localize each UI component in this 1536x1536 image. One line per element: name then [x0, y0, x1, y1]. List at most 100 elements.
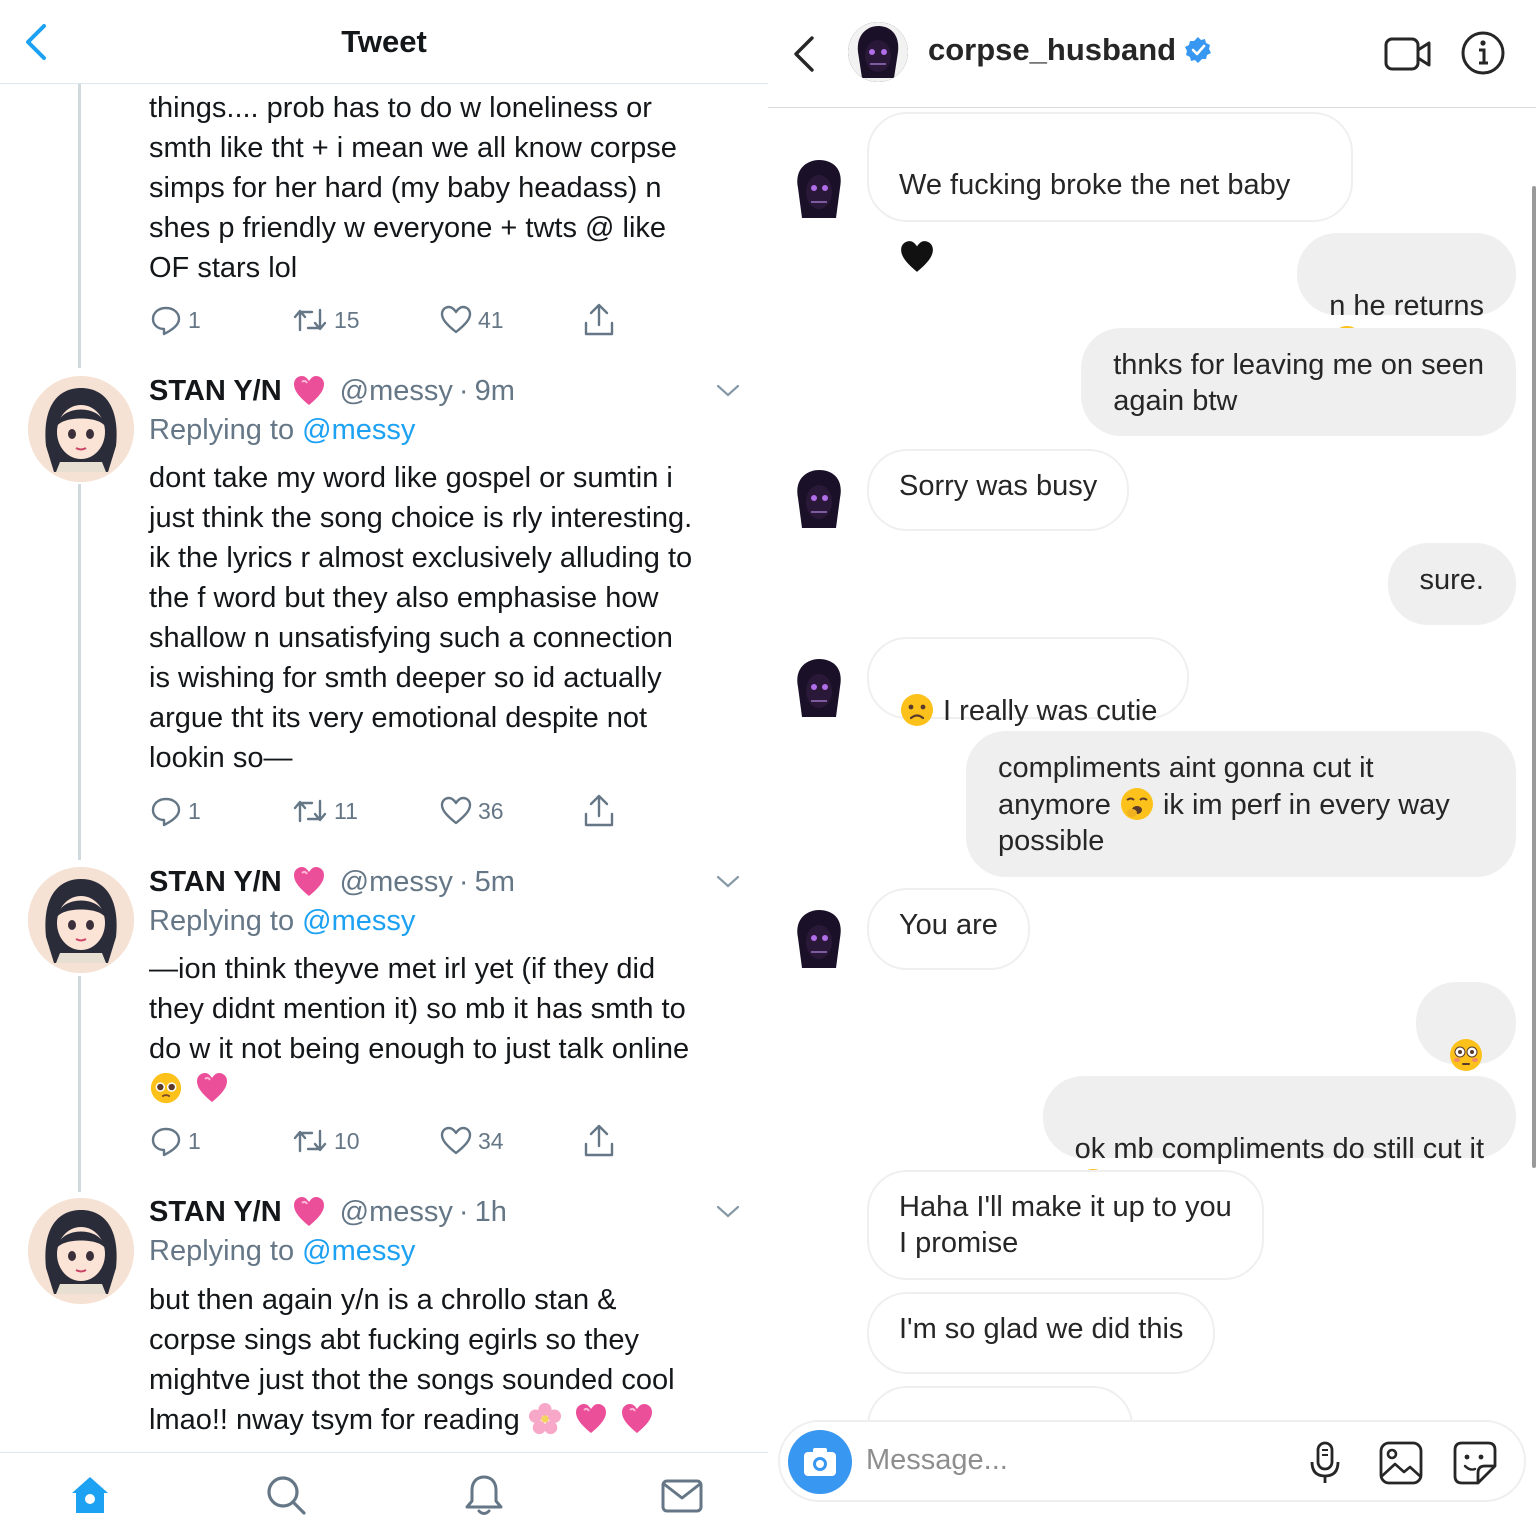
retweet-button[interactable]: 11	[292, 791, 358, 831]
share-button[interactable]	[582, 791, 616, 831]
retweet-button[interactable]: 15	[292, 300, 360, 340]
tweet-actions: 1 10 34	[150, 1121, 630, 1161]
mention-link[interactable]: @messy	[302, 905, 415, 937]
message-bubble-out[interactable]: ok mb compliments do still cut it	[1042, 1076, 1516, 1201]
sender-avatar-icon[interactable]	[792, 158, 846, 220]
microphone-icon[interactable]	[1302, 1440, 1348, 1486]
mention-link[interactable]: @messy	[302, 1235, 415, 1267]
reply-count: 1	[188, 1127, 201, 1154]
sticker-icon[interactable]	[1452, 1440, 1498, 1486]
display-name[interactable]: STAN Y/N	[149, 866, 282, 899]
camera-button[interactable]	[788, 1430, 852, 1494]
timestamp: 5m	[474, 865, 515, 898]
message-bubble-in[interactable]: I'm so glad we did this	[867, 1292, 1216, 1374]
handle[interactable]: @messy	[340, 866, 453, 899]
reply-button[interactable]: 1	[150, 1121, 201, 1161]
message-bubble-out[interactable]: sure.	[1387, 543, 1516, 625]
handle[interactable]: @messy	[340, 1196, 453, 1229]
search-icon[interactable]	[262, 1471, 310, 1519]
like-button[interactable]: 36	[440, 791, 504, 831]
message-text-line: anymore ik im perf in every way	[998, 786, 1484, 823]
avatar[interactable]	[28, 867, 134, 973]
share-button[interactable]	[582, 1121, 616, 1161]
sender-avatar-icon[interactable]	[792, 468, 846, 530]
gallery-icon[interactable]	[1378, 1440, 1424, 1486]
message-text-part: ik im perf in every way	[1154, 789, 1450, 821]
separator-dot: ·	[458, 865, 469, 898]
mention-link[interactable]: @messy	[302, 414, 415, 446]
username-text: corpse_husband	[928, 32, 1177, 67]
heart-icon	[440, 796, 472, 825]
dm-header: corpse_husband	[768, 0, 1536, 108]
anime-avatar-icon	[28, 1198, 134, 1304]
reply-button[interactable]: 1	[150, 300, 201, 340]
pink-heart-icon	[621, 1404, 652, 1433]
handle[interactable]: @messy	[340, 375, 453, 408]
message-input[interactable]: Message...	[866, 1444, 1008, 1477]
tweet-author-row: STAN Y/N @messy · 1h	[149, 1192, 507, 1232]
verified-badge-icon	[1185, 37, 1212, 63]
chevron-down-icon[interactable]	[716, 875, 740, 889]
like-count: 36	[478, 797, 504, 824]
reply-button[interactable]: 1	[150, 791, 201, 831]
avatar[interactable]	[28, 1198, 134, 1304]
chat-username[interactable]: corpse_husband	[928, 32, 1212, 68]
chevron-down-icon[interactable]	[716, 1205, 740, 1219]
message-bubble-in[interactable]: We fucking broke the net baby	[867, 112, 1353, 272]
message-bubble-out[interactable]: compliments aint gonna cut it anymore ik…	[966, 731, 1516, 877]
retweet-count: 15	[334, 306, 360, 333]
bell-icon[interactable]	[460, 1471, 508, 1519]
message-bubble-out[interactable]	[1416, 982, 1516, 1071]
tweet-text-last: lmao!! nway tsym for reading	[149, 1404, 520, 1436]
like-button[interactable]: 41	[440, 300, 504, 340]
header-avatar[interactable]	[848, 22, 908, 82]
tweet-author-row: STAN Y/N @messy · 9m	[149, 371, 515, 411]
tweet-actions: 1 11 36	[150, 791, 630, 831]
thread-line	[78, 976, 81, 1192]
message-text: n he returns	[1329, 290, 1484, 322]
retweet-icon	[293, 308, 327, 332]
retweet-button[interactable]: 10	[292, 1121, 360, 1161]
message-text: I really was cutie	[935, 695, 1158, 727]
heart-icon	[440, 305, 472, 334]
timestamp: 9m	[474, 374, 515, 407]
message-bubble-in[interactable]: I really was cutie	[867, 637, 1190, 727]
display-name[interactable]: STAN Y/N	[149, 375, 282, 408]
reply-count: 1	[188, 797, 201, 824]
slightly-frowning-face-icon	[901, 694, 933, 726]
message-bubble-in[interactable]: Haha I'll make it up to you I promise	[867, 1170, 1264, 1280]
black-heart-icon	[901, 241, 933, 272]
back-arrow-icon[interactable]	[792, 34, 818, 74]
like-count: 41	[478, 306, 504, 333]
tweet-text-line: but then again y/n is a chrollo stan &	[149, 1284, 617, 1316]
tweet-text: but then again y/n is a chrollo stan & c…	[149, 1280, 749, 1440]
mail-icon[interactable]	[658, 1471, 706, 1519]
retweet-count: 10	[334, 1127, 360, 1154]
message-bubble-out[interactable]: thnks for leaving me on seen again btw	[1081, 328, 1516, 436]
video-call-icon[interactable]	[1384, 36, 1432, 72]
message-bubble-out[interactable]: n he returns	[1297, 233, 1516, 358]
message-text-line: compliments aint gonna cut it	[998, 752, 1374, 784]
yawning-face-icon	[1120, 788, 1153, 820]
message-bubble-in[interactable]: You are	[867, 888, 1030, 970]
message-bubble-in[interactable]: Sorry was busy	[867, 449, 1130, 531]
info-icon[interactable]	[1460, 30, 1506, 76]
sender-avatar-icon[interactable]	[792, 657, 846, 719]
replying-to: Replying to @messy	[149, 901, 415, 941]
like-button[interactable]: 34	[440, 1121, 504, 1161]
tweet-text: things.... prob has to do w loneliness o…	[149, 92, 677, 284]
home-icon[interactable]	[66, 1471, 114, 1519]
sender-avatar-icon[interactable]	[792, 908, 846, 970]
share-icon	[584, 794, 614, 827]
avatar[interactable]	[28, 376, 134, 482]
tweet-text-line: corpse sings abt fucking egirls so they	[149, 1324, 640, 1356]
pink-heart-icon	[197, 1073, 228, 1102]
display-name[interactable]: STAN Y/N	[149, 1196, 282, 1229]
tweet-text-line: mightve just thot the songs sounded cool	[149, 1364, 675, 1396]
chevron-down-icon[interactable]	[716, 384, 740, 398]
scrollbar[interactable]	[1532, 186, 1536, 1168]
share-button[interactable]	[582, 300, 616, 340]
pink-heart-icon	[293, 867, 324, 896]
anime-avatar-icon	[28, 376, 134, 482]
twitter-thread-panel: Tweet things.... prob has to do w loneli…	[0, 0, 768, 1536]
